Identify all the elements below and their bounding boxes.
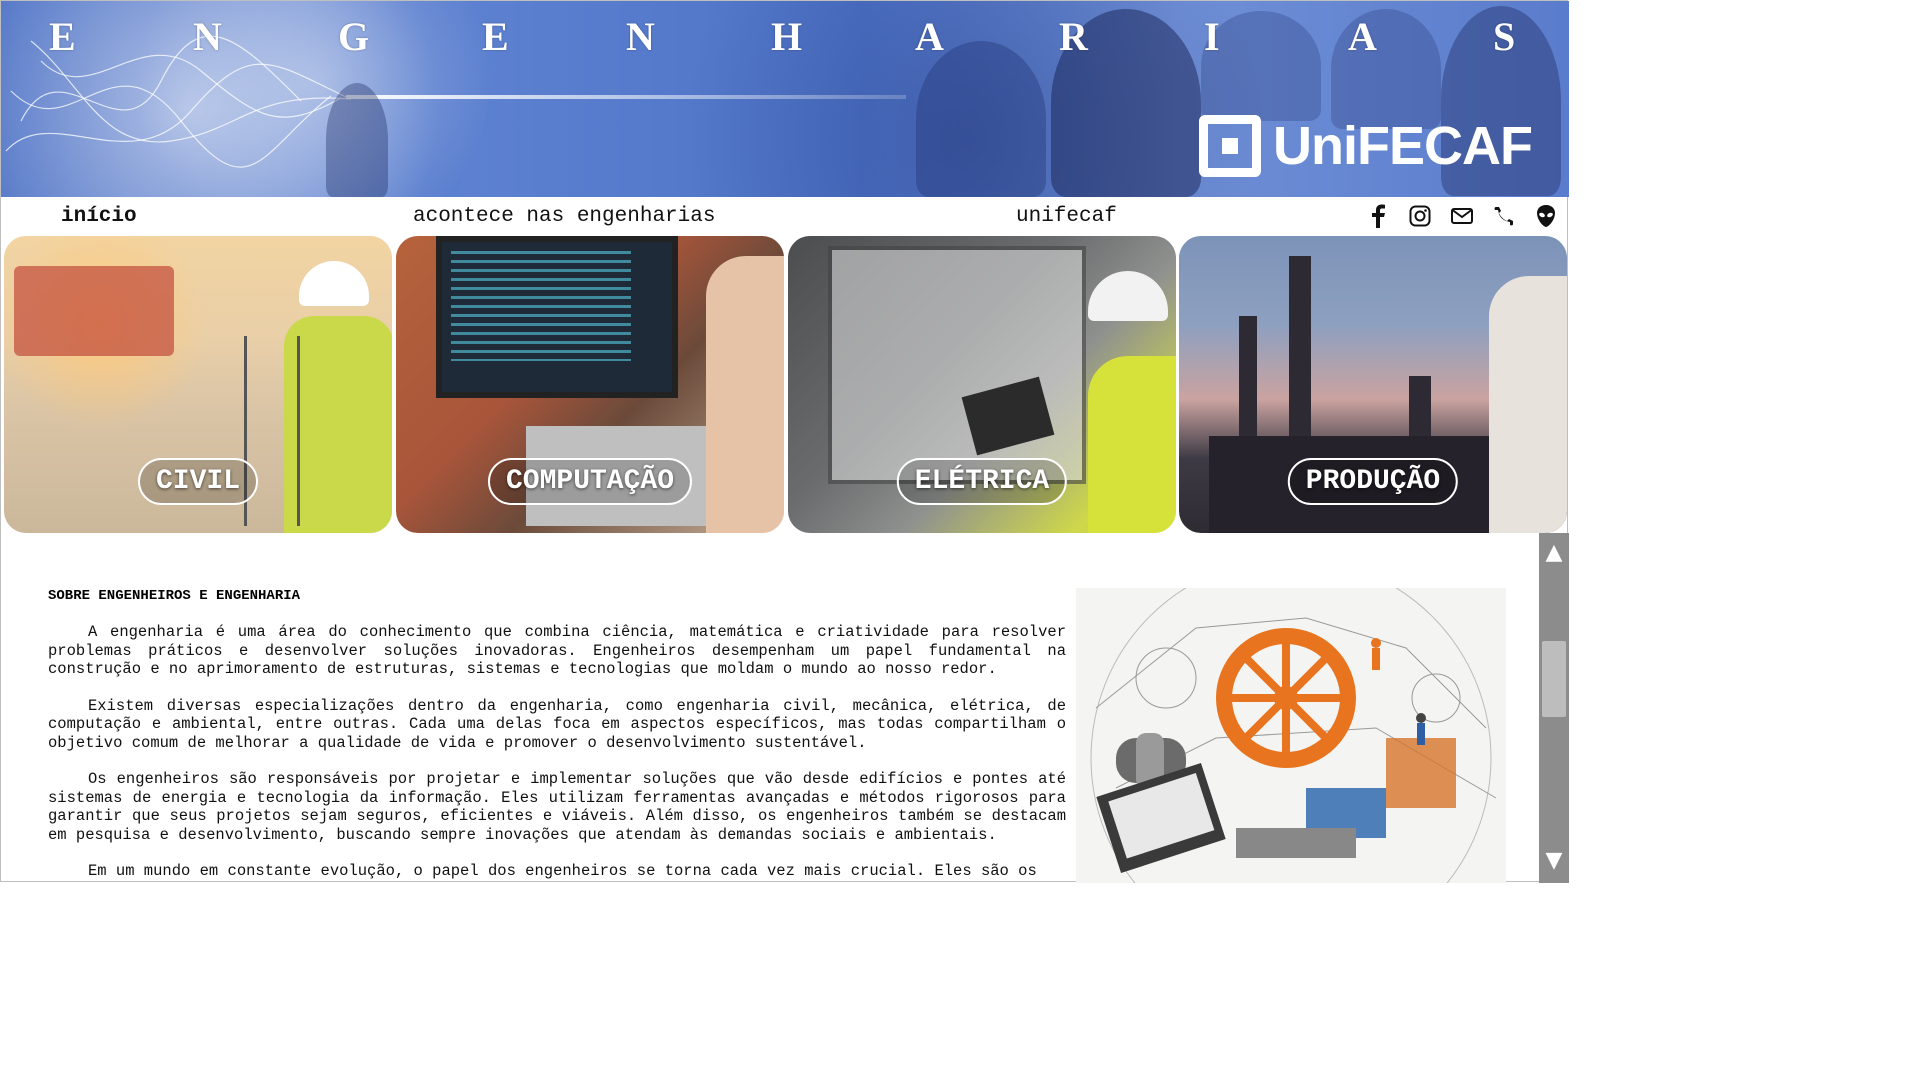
- header-banner: E N G E N H A R I A S UniFECAF: [1, 1, 1569, 197]
- unifecaf-logo[interactable]: UniFECAF: [1199, 113, 1533, 179]
- alien-icon[interactable]: [1533, 203, 1559, 229]
- card-eletrica[interactable]: ELÉTRICA: [788, 236, 1176, 533]
- vertical-scrollbar[interactable]: ▲ ▼: [1539, 533, 1569, 883]
- card-producao[interactable]: PRODUÇÃO: [1179, 236, 1567, 533]
- title-letter: H: [771, 14, 803, 59]
- banner-title: E N G E N H A R I A S: [1, 13, 1569, 63]
- title-letter: A: [915, 14, 944, 59]
- title-letter: G: [338, 14, 370, 59]
- card-label: PRODUÇÃO: [1287, 458, 1459, 505]
- panel-shape: [828, 246, 1086, 484]
- main-nav: início acontece nas engenharias unifecaf: [1, 197, 1569, 237]
- worker-body: [284, 316, 392, 533]
- card-label: CIVIL: [137, 458, 259, 505]
- mail-icon[interactable]: [1449, 203, 1475, 229]
- scroll-down-icon[interactable]: ▼: [1539, 845, 1569, 875]
- person-shape: [706, 256, 784, 533]
- nav-unifecaf[interactable]: unifecaf: [1016, 205, 1117, 228]
- tripod-shape: [244, 336, 300, 526]
- title-letter: E: [482, 14, 509, 59]
- article-paragraph: Os engenheiros são responsáveis por proj…: [48, 770, 1066, 844]
- worker-helmet: [299, 261, 369, 306]
- social-links: [1365, 203, 1559, 229]
- section-heading: SOBRE ENGENHEIROS E ENGENHARIA: [48, 588, 301, 604]
- portrait-woman-standing: [326, 83, 388, 197]
- title-letter: N: [626, 14, 655, 59]
- title-letter: I: [1204, 14, 1220, 59]
- title-letter: A: [1348, 14, 1377, 59]
- worker-helmet: [1088, 271, 1168, 321]
- article-paragraph: A engenharia é uma área do conhecimento …: [48, 623, 1066, 678]
- light-beam: [346, 95, 906, 99]
- card-label: ELÉTRICA: [896, 458, 1068, 505]
- title-letter: E: [49, 14, 76, 59]
- title-letter: N: [193, 14, 222, 59]
- title-letter: S: [1493, 14, 1516, 59]
- phone-icon[interactable]: [1491, 203, 1517, 229]
- scroll-up-icon[interactable]: ▲: [1539, 537, 1569, 567]
- card-computacao[interactable]: COMPUTAÇÃO: [396, 236, 784, 533]
- worker-shape: [1489, 276, 1567, 533]
- logo-mark-icon: [1199, 115, 1261, 177]
- code-lines: [451, 251, 631, 361]
- article-paragraph: Existem diversas especializações dentro …: [48, 696, 1066, 752]
- nav-news[interactable]: acontece nas engenharias: [413, 205, 715, 228]
- instagram-icon[interactable]: [1407, 203, 1433, 229]
- title-letter: R: [1059, 14, 1088, 59]
- article-body: A engenharia é uma área do conhecimento …: [48, 623, 1066, 883]
- portrait-1: [916, 41, 1046, 197]
- about-section: SOBRE ENGENHEIROS E ENGENHARIA A engenha…: [1, 533, 1539, 883]
- nav-home[interactable]: início: [61, 205, 137, 228]
- card-label: COMPUTAÇÃO: [487, 458, 693, 505]
- facebook-icon[interactable]: [1365, 203, 1391, 229]
- scrollbar-thumb[interactable]: [1542, 641, 1566, 717]
- logo-text: UniFECAF: [1273, 116, 1533, 176]
- article-paragraph: Em um mundo em constante evolução, o pap…: [88, 862, 1037, 880]
- worker-vest: [1088, 356, 1176, 533]
- engineering-illustration: [1076, 557, 1506, 883]
- chimney-shape: [1289, 256, 1311, 456]
- engineering-cards: CIVIL COMPUTAÇÃO ELÉTRICA PRODUÇÃO: [4, 236, 1569, 533]
- gear-illustration: [1090, 557, 1497, 883]
- truck-shape: [14, 266, 174, 356]
- card-civil[interactable]: CIVIL: [4, 236, 392, 533]
